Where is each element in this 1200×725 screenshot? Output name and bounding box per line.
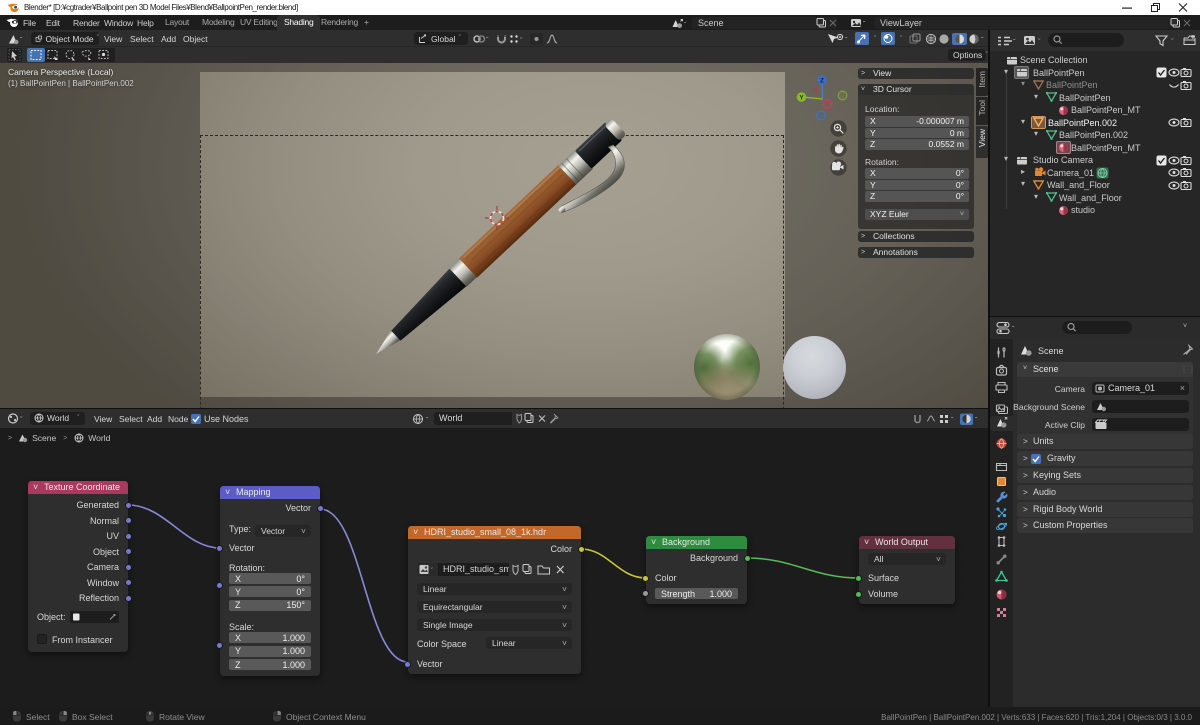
svg-text:ˇ: ˇ: [981, 36, 984, 45]
svg-text:ˇ: ˇ: [845, 36, 848, 45]
svg-text:ˇ: ˇ: [863, 21, 866, 28]
svg-text:ˇ: ˇ: [1038, 37, 1041, 46]
svg-text:ˇ: ˇ: [1012, 325, 1015, 334]
svg-text:Z: Z: [820, 78, 824, 85]
svg-text:ˇ: ˇ: [20, 415, 23, 424]
svg-text:Y: Y: [799, 95, 804, 102]
svg-text:ˇ: ˇ: [1171, 37, 1174, 46]
svg-text:ˇ: ˇ: [951, 415, 954, 424]
svg-text:ˇ: ˇ: [1013, 38, 1016, 47]
svg-text:ˇ: ˇ: [486, 36, 489, 45]
svg-text:ˇ: ˇ: [431, 568, 434, 575]
svg-text:ˇ: ˇ: [684, 22, 687, 29]
svg-text:ˇ: ˇ: [975, 415, 978, 424]
svg-text:ˇ: ˇ: [426, 415, 429, 424]
svg-text:ˇ: ˇ: [20, 38, 23, 45]
svg-text:X: X: [813, 87, 818, 94]
svg-text:ˇ: ˇ: [520, 36, 523, 45]
